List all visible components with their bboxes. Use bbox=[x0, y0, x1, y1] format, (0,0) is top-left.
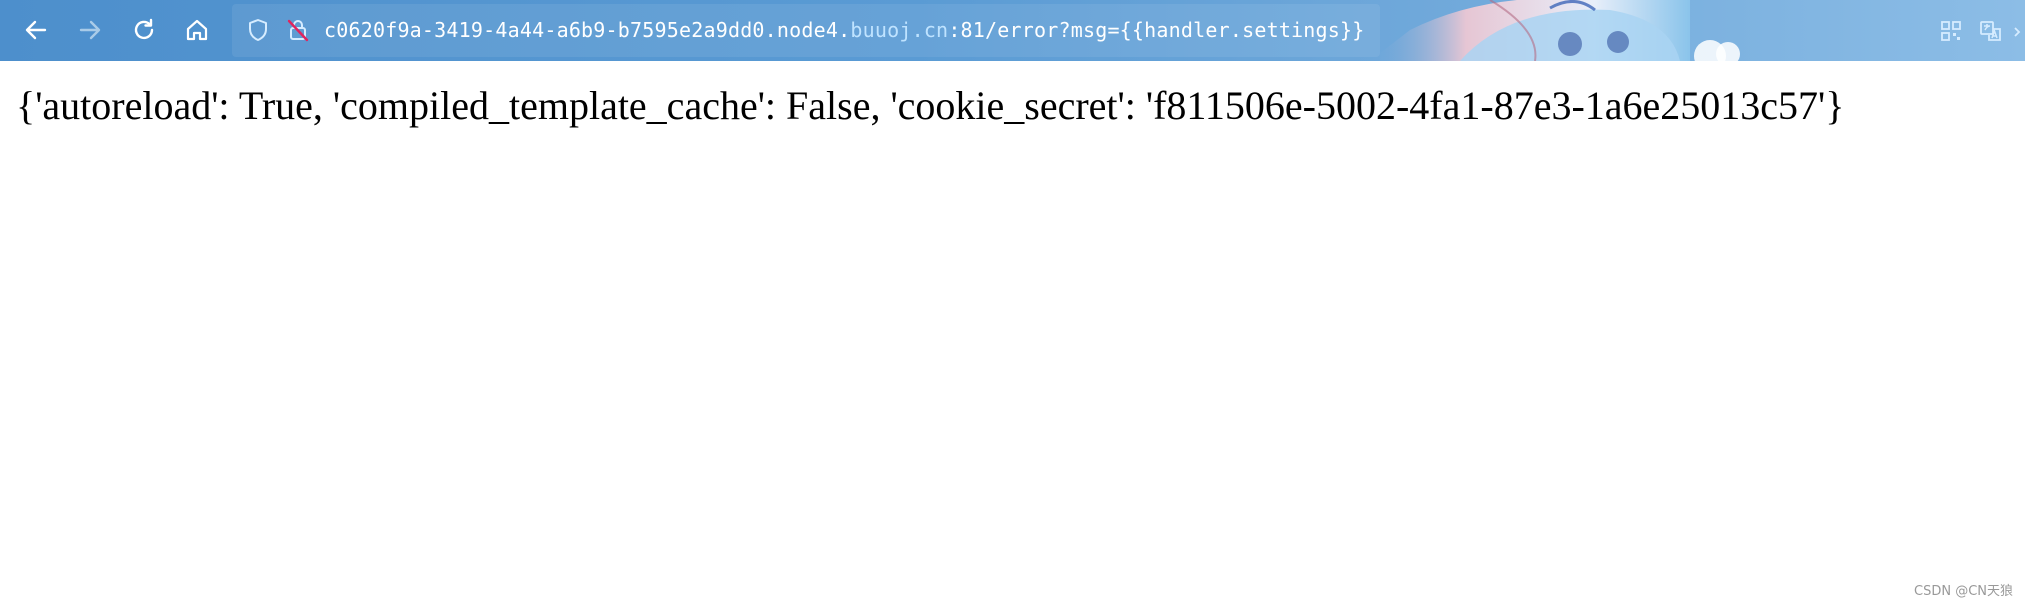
site-security-button[interactable] bbox=[280, 12, 316, 48]
browser-toolbar: c0620f9a-3419-4a44-a6b9-b7595e2a9dd0.nod… bbox=[0, 0, 2025, 61]
qr-code-button[interactable] bbox=[1936, 16, 1966, 46]
page-body-text: {'autoreload': True, 'compiled_template_… bbox=[16, 83, 1845, 128]
arrow-left-icon bbox=[25, 20, 47, 40]
back-button[interactable] bbox=[18, 12, 54, 48]
reload-button[interactable] bbox=[126, 12, 162, 48]
url-text[interactable]: c0620f9a-3419-4a44-a6b9-b7595e2a9dd0.nod… bbox=[324, 17, 1365, 43]
translate-icon bbox=[1980, 21, 2001, 41]
theme-background-art bbox=[1370, 0, 1740, 61]
tracking-protection-button[interactable] bbox=[240, 12, 276, 48]
translate-button[interactable] bbox=[1976, 16, 2006, 46]
arrow-right-icon bbox=[79, 20, 101, 40]
csdn-watermark: CSDN @CN天狼 bbox=[1914, 584, 2013, 599]
url-path-segment: :81/error?msg={{handler.settings}} bbox=[948, 18, 1365, 42]
url-domain-segment: buuoj.cn bbox=[850, 18, 949, 42]
url-host-segment: c0620f9a-3419-4a44-a6b9-b7595e2a9dd0.nod… bbox=[324, 18, 851, 42]
home-icon bbox=[186, 19, 208, 41]
qr-code-icon bbox=[1941, 21, 1961, 41]
reload-icon bbox=[134, 18, 154, 40]
home-button[interactable] bbox=[179, 12, 215, 48]
chevron-down-icon bbox=[2013, 27, 2020, 37]
toolbar-overflow-indicator[interactable] bbox=[2010, 16, 2025, 46]
insecure-lock-icon bbox=[287, 19, 309, 42]
shield-icon bbox=[249, 19, 267, 41]
forward-button[interactable] bbox=[72, 12, 108, 48]
